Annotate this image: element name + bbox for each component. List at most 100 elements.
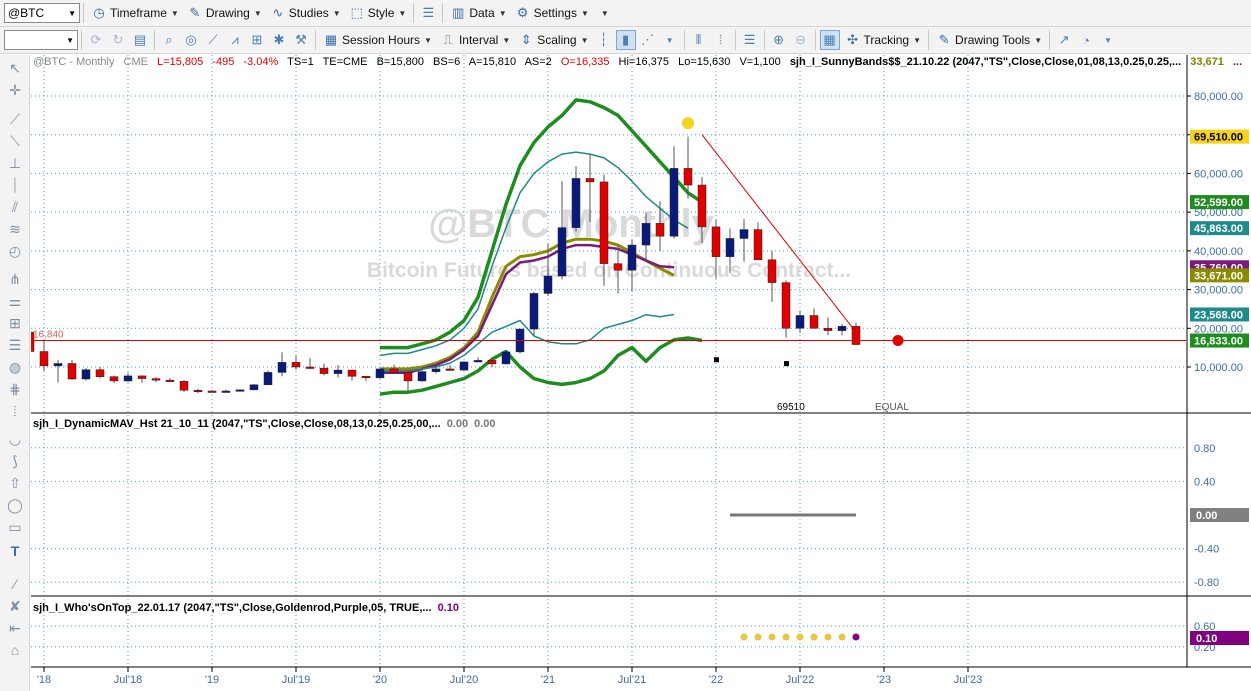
price-tick-label: 80,000.00 [1194, 91, 1243, 103]
open-label: O=16,335 [560, 56, 610, 68]
vline-icon[interactable]: ⏐ [6, 176, 24, 194]
crosshair-icon[interactable]: ✛ [6, 81, 24, 99]
trendline-icon[interactable]: ⟋ [6, 110, 24, 128]
eraser-line-icon[interactable]: ⁄ [6, 575, 24, 593]
style-button[interactable]: ⬚ Style ▼ [345, 2, 411, 24]
pane3-dot [810, 633, 818, 641]
timeframe-button[interactable]: ◷ Timeframe ▼ [87, 2, 183, 24]
drawing-label: Drawing [205, 6, 250, 20]
time-zones-icon[interactable]: ⦙ [6, 402, 24, 420]
snap-icon[interactable]: ⇤ [6, 619, 24, 637]
candle-body [151, 378, 161, 381]
session-hours-label: Session Hours [342, 33, 421, 47]
refresh-icon[interactable]: ⟳ [86, 30, 106, 50]
price-tick-label: 40,000.00 [1194, 246, 1243, 258]
compass-icon[interactable]: ◎ [181, 30, 201, 50]
levels-icon[interactable]: ☰ [6, 336, 24, 354]
lock-icon[interactable]: ⌂ [6, 641, 24, 659]
grid-icon[interactable]: ▦ [819, 30, 840, 50]
alert-icon[interactable]: ✱ [269, 30, 289, 50]
low-label: Lo=15,630 [678, 56, 731, 68]
candle-body [529, 293, 539, 330]
pane2-title: sjh_I_DynamicMAV_Hst 21_10_11 (2047,"TS"… [33, 418, 496, 430]
pitchfork-icon[interactable]: ⋔ [6, 270, 24, 288]
ray-icon[interactable]: ⟍ [6, 132, 24, 150]
bar-chart-icon: ▥ [452, 5, 465, 20]
curve-icon[interactable]: ⟆ [6, 452, 24, 470]
zoom-out-icon[interactable]: ⊖ [791, 30, 811, 50]
interval-input[interactable]: ▼ [4, 30, 78, 50]
window-icon[interactable]: ▤ [130, 30, 150, 50]
chevron-down-icon: ▼ [170, 8, 179, 18]
time-tick-label: Jul'22 [786, 674, 814, 686]
gann-icon[interactable]: ◴ [6, 242, 24, 260]
bar-spacing-wide-icon[interactable]: ⦙ [711, 30, 731, 50]
text-icon[interactable]: T [6, 542, 24, 560]
studies-icon: ∿ [272, 5, 284, 20]
candle-body [375, 368, 385, 379]
bar-spacing-icon[interactable]: ⦀ [689, 30, 709, 50]
ohlc-bars-icon[interactable]: ┆ [594, 30, 614, 50]
grid-icon[interactable]: ⊞ [6, 314, 24, 332]
reload-icon[interactable]: ↻ [108, 30, 128, 50]
price-marker-label: 16,833.00 [1194, 336, 1243, 348]
speedometer-icon[interactable]: ◔ [1076, 30, 1096, 50]
gear-icon: ⚙ [516, 5, 529, 20]
ellipse-icon[interactable]: ◯ [6, 496, 24, 514]
delete-drawing-icon[interactable]: ✘ [6, 597, 24, 615]
line-chart-icon[interactable]: ⋰ [638, 30, 658, 50]
scaling-button[interactable]: ⇕ Scaling ▼ [514, 29, 592, 51]
zoom-search-icon[interactable]: ⌕ [159, 30, 179, 50]
chevron-down-icon[interactable]: ▼ [1098, 30, 1118, 50]
symbol-input[interactable]: @BTC ▼ [4, 3, 80, 23]
trend-icon[interactable]: ↗ [1054, 30, 1074, 50]
data-button[interactable]: ▥ Data ▼ [446, 2, 510, 24]
chart-window[interactable]: @BTC Monthly Bitcoin Futures based on Co… [25, 55, 1251, 691]
arc-icon[interactable]: ◡ [6, 430, 24, 448]
layout-panes-icon[interactable]: ☰ [740, 30, 760, 50]
arrow-up-icon[interactable]: ⇧ [6, 474, 24, 492]
settings-button[interactable]: ⚙ Settings ▼ [511, 2, 593, 24]
pointer-icon[interactable]: ↖ [6, 59, 24, 77]
candle-body [179, 381, 189, 391]
pane2-tick-label: 0.80 [1194, 443, 1215, 455]
time-tick-label: Jul'19 [282, 674, 310, 686]
speed-lines-icon[interactable]: ⋕ [6, 380, 24, 398]
candle-body [305, 366, 315, 369]
interval-button[interactable]: ⎍ Interval ▼ [436, 29, 514, 51]
strategy-icon[interactable]: ⚒ [291, 30, 311, 50]
price-marker-label: 33,671.00 [1194, 270, 1243, 282]
indicator-icon[interactable]: ⊞ [247, 30, 267, 50]
candle-body [711, 226, 721, 257]
drawing-tools-button[interactable]: ✎ Drawing Tools ▼ [932, 29, 1046, 51]
toolbar-divider [442, 3, 444, 23]
zoom-in-icon[interactable]: ⊕ [769, 30, 789, 50]
drawing-tools-label: Drawing Tools [955, 33, 1031, 47]
time-tick-label: '21 [541, 674, 555, 686]
studies-button[interactable]: ∿ Studies ▼ [266, 2, 345, 24]
toolbar-overflow-button[interactable]: ▼ [593, 2, 613, 24]
chevron-down-icon[interactable]: ▼ [66, 36, 74, 45]
channel-icon[interactable]: ⫽ [6, 198, 24, 216]
high-label: Hi=16,375 [618, 56, 670, 68]
chart-icon[interactable]: ⩘ [225, 30, 245, 50]
rectangle-icon[interactable]: ▭ [6, 518, 24, 536]
time-tick-label: '22 [709, 674, 723, 686]
chevron-down-icon[interactable]: ▼ [68, 9, 76, 18]
session-hours-button[interactable]: ▦ Session Hours ▼ [319, 29, 436, 51]
fib-fan-icon[interactable]: ⚌ [6, 292, 24, 310]
chevron-down-icon[interactable]: ▼ [660, 30, 680, 50]
price-marker-label: 45,863.00 [1194, 223, 1243, 235]
hline-icon[interactable]: ⊥ [6, 154, 24, 172]
candle-body [487, 360, 497, 365]
drawing-button[interactable]: ✎ Drawing ▼ [183, 2, 266, 24]
candle-body [221, 390, 231, 393]
price-chart[interactable]: @BTC Monthly Bitcoin Futures based on Co… [25, 55, 1251, 691]
layout-icon[interactable]: ☰ [418, 3, 438, 23]
fib-icon[interactable]: ≋ [6, 220, 24, 238]
cycle-icon[interactable]: ◍ [6, 358, 24, 376]
candlestick-icon[interactable]: ▮ [615, 30, 636, 50]
study-more: ... [1232, 56, 1243, 68]
chart-line-icon[interactable]: ⟋ [203, 30, 223, 50]
tracking-button[interactable]: ✣ Tracking ▼ [841, 29, 926, 51]
